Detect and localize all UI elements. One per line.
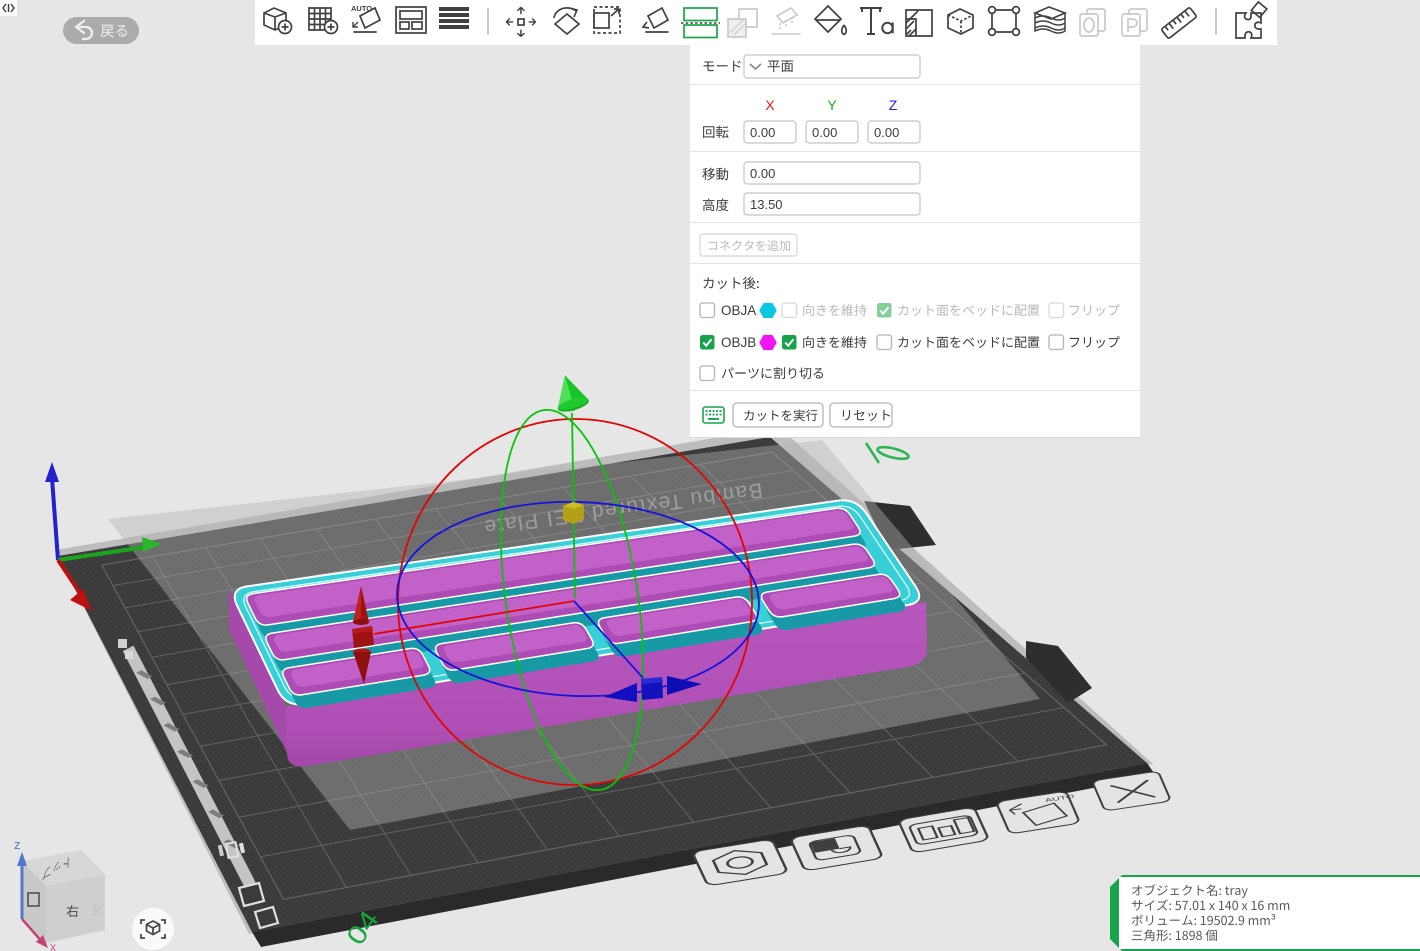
svg-text:0.00: 0.00 [750, 166, 775, 181]
svg-text:z: z [14, 837, 21, 852]
svg-text:13.50: 13.50 [750, 197, 783, 212]
svg-text:X: X [765, 97, 775, 113]
svg-text:OBJB: OBJB [721, 335, 756, 350]
svg-text:y: y [93, 901, 100, 916]
svg-text:0.00: 0.00 [874, 125, 899, 140]
svg-text:Z: Z [889, 97, 898, 113]
svg-text:AUTO: AUTO [351, 4, 372, 13]
svg-text:Y: Y [827, 97, 837, 113]
svg-text:x: x [50, 940, 56, 951]
svg-text:0.00: 0.00 [750, 125, 775, 140]
svg-text:0.00: 0.00 [812, 125, 837, 140]
svg-text:OBJA: OBJA [721, 303, 756, 318]
